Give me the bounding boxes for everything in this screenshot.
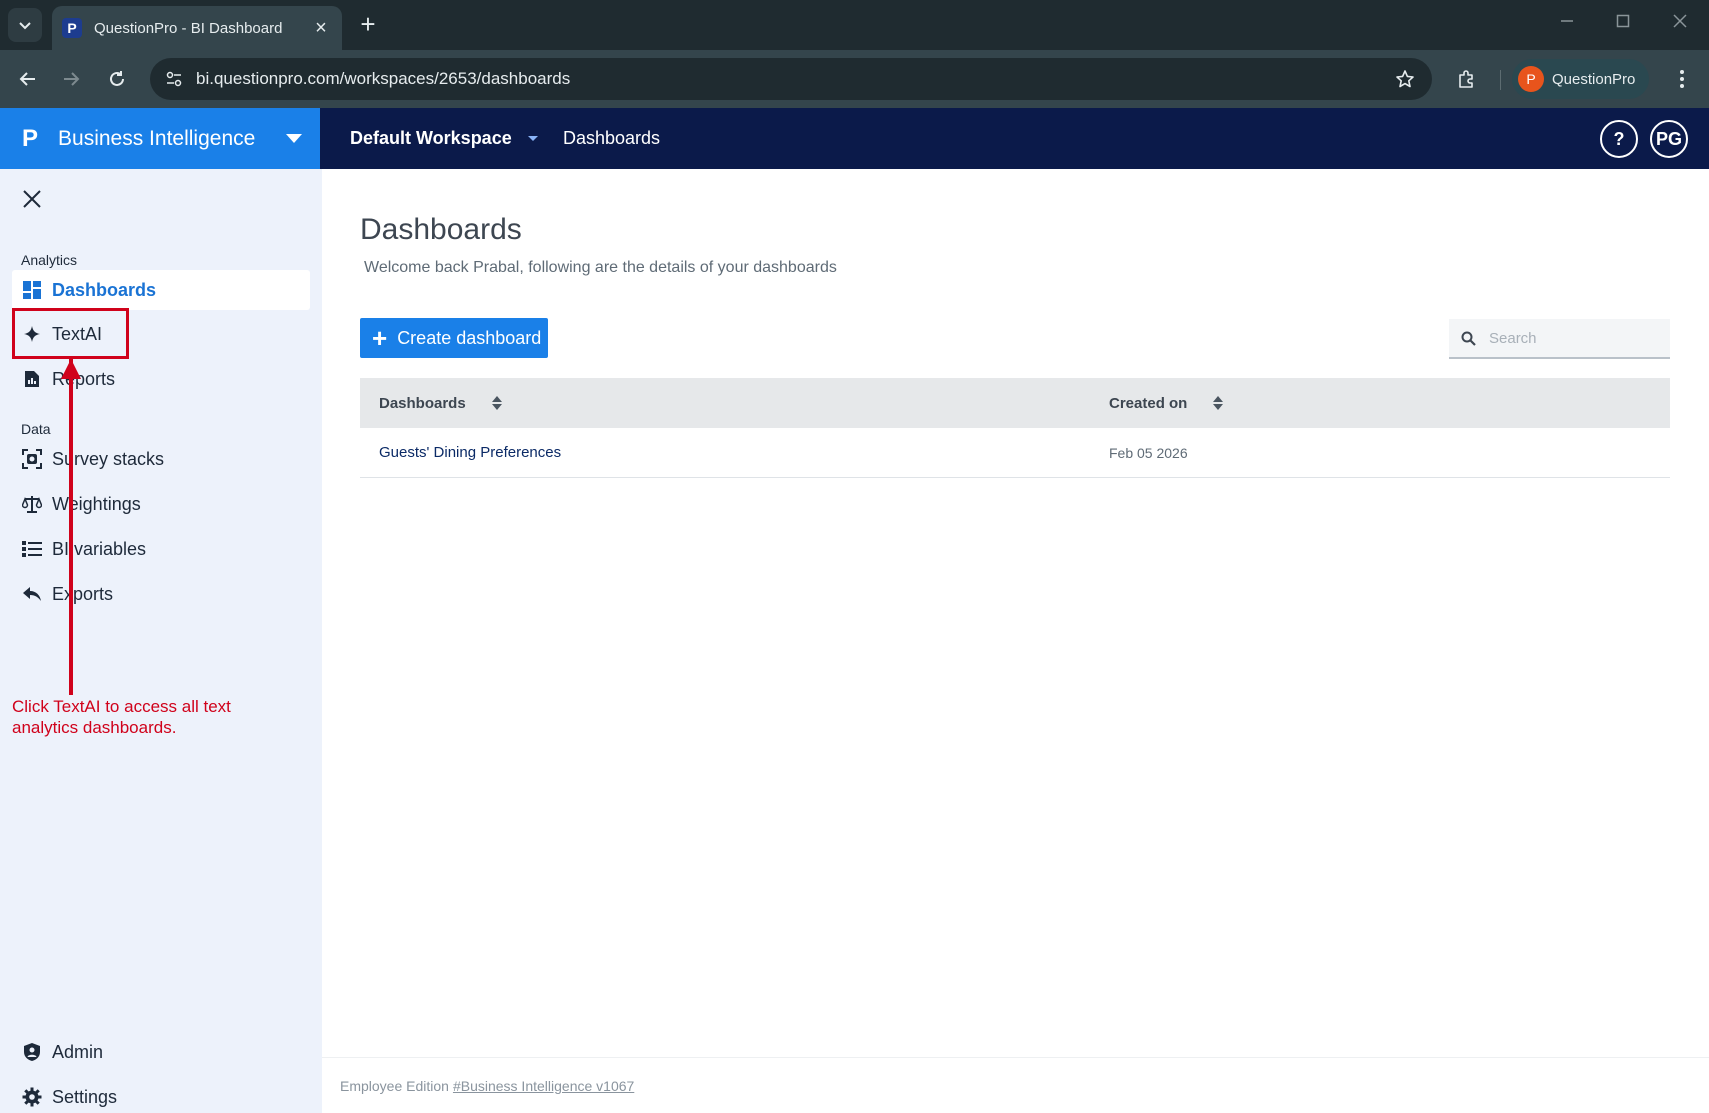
sidebar-item-admin[interactable]: Admin (12, 1032, 310, 1072)
column-header-dashboards[interactable]: Dashboards (360, 395, 1109, 412)
app-header: P Business Intelligence Default Workspac… (0, 108, 1709, 169)
footer-version-link[interactable]: #Business Intelligence v1067 (453, 1078, 634, 1094)
address-bar[interactable]: bi.questionpro.com/workspaces/2653/dashb… (150, 58, 1432, 100)
sort-icon[interactable] (1213, 396, 1224, 410)
toolbar-divider (1500, 70, 1501, 90)
admin-user-icon (21, 1041, 43, 1063)
profile-avatar: P (1518, 66, 1544, 92)
questionpro-favicon-icon: P (62, 18, 82, 38)
page-subtitle: Welcome back Prabal, following are the d… (364, 259, 837, 276)
sidebar-item-bi-variables[interactable]: BI variables (12, 529, 310, 569)
table-row[interactable]: Guests' Dining Preferences Feb 05 2026 (360, 428, 1670, 478)
report-document-icon (21, 368, 43, 390)
dashboards-table: Dashboards Created on Guests' Dining Pre… (360, 378, 1670, 478)
sort-icon[interactable] (491, 396, 502, 410)
site-settings-icon[interactable] (162, 67, 186, 91)
profile-name: QuestionPro (1552, 70, 1636, 88)
browser-menu-kebab-icon[interactable] (1670, 64, 1694, 94)
sidebar-item-reports[interactable]: Reports (12, 359, 310, 399)
dashboard-name-link[interactable]: Guests' Dining Preferences (360, 444, 1109, 461)
list-icon (21, 538, 43, 560)
balance-scale-icon (21, 493, 43, 515)
user-avatar-button[interactable]: PG (1650, 120, 1688, 158)
sidebar-item-survey-stacks[interactable]: Survey stacks (12, 439, 310, 479)
sidebar-item-label: Admin (52, 1041, 104, 1062)
plus-icon: + (372, 323, 388, 353)
gear-icon (21, 1086, 43, 1108)
tab-title: QuestionPro - BI Dashboard (94, 19, 283, 37)
annotation-highlight-box (12, 308, 129, 359)
product-name: Business Intelligence (58, 126, 256, 150)
sidebar-item-label: Settings (52, 1086, 118, 1107)
workspace-selector[interactable]: Default Workspace (350, 108, 538, 169)
extensions-puzzle-icon[interactable] (1452, 64, 1482, 94)
footer: Employee Edition #Business Intelligence … (322, 1057, 1709, 1113)
reload-icon[interactable] (102, 64, 132, 94)
create-dashboard-label: Create dashboard (397, 327, 542, 348)
section-label-analytics: Analytics (21, 252, 78, 268)
search-input[interactable] (1489, 329, 1659, 347)
annotation-arrow-line (69, 359, 73, 695)
sidebar: Analytics Dashboards TextAI Reports Data… (0, 169, 322, 1113)
footer-edition: Employee Edition (340, 1077, 449, 1094)
sidebar-item-label: BI variables (52, 538, 147, 559)
header-dashboards-link[interactable]: Dashboards (563, 108, 660, 169)
survey-stacks-icon (21, 448, 43, 470)
sidebar-item-settings[interactable]: Settings (12, 1077, 310, 1113)
browser-toolbar: bi.questionpro.com/workspaces/2653/dashb… (0, 50, 1709, 108)
product-switcher[interactable]: P Business Intelligence (0, 108, 320, 169)
sidebar-item-label: Dashboards (52, 279, 157, 300)
sidebar-item-label: Exports (52, 583, 114, 604)
annotation-text: Click TextAI to access all text analytic… (12, 697, 231, 737)
table-header: Dashboards Created on (360, 378, 1670, 428)
window-close-icon[interactable] (1665, 12, 1695, 33)
bookmark-star-icon[interactable] (1390, 69, 1420, 89)
sidebar-item-exports[interactable]: Exports (12, 574, 310, 614)
browser-tab-bar: P QuestionPro - BI Dashboard × + (0, 0, 1709, 50)
new-tab-button[interactable]: + (353, 10, 383, 40)
tab-close-icon[interactable]: × (310, 18, 332, 38)
search-icon (1461, 330, 1477, 346)
sidebar-item-dashboards[interactable]: Dashboards (12, 270, 310, 310)
dashboard-grid-icon (21, 279, 43, 301)
annotation-arrow-head (61, 359, 81, 379)
help-button[interactable]: ? (1600, 120, 1638, 158)
column-header-label: Dashboards (379, 394, 466, 412)
sidebar-item-weightings[interactable]: Weightings (12, 484, 310, 524)
main-content: Dashboards Welcome back Prabal, followin… (322, 169, 1709, 1113)
column-header-label: Created on (1109, 394, 1188, 412)
browser-profile-button[interactable]: P QuestionPro (1512, 59, 1650, 99)
questionpro-logo-icon: P (22, 124, 39, 152)
tab-search-dropdown-icon[interactable] (8, 8, 42, 42)
url-text[interactable]: bi.questionpro.com/workspaces/2653/dashb… (196, 69, 1390, 89)
section-label-data: Data (21, 421, 51, 437)
reply-arrow-icon (21, 583, 43, 605)
create-dashboard-button[interactable]: + Create dashboard (360, 318, 548, 358)
caret-down-icon (286, 134, 302, 143)
page-title: Dashboards (360, 213, 522, 246)
browser-tab[interactable]: P QuestionPro - BI Dashboard × (52, 6, 342, 50)
column-header-created-on[interactable]: Created on (1109, 394, 1224, 412)
workspace-caret-icon (527, 136, 538, 141)
search-box[interactable] (1449, 319, 1670, 359)
forward-arrow-icon[interactable] (56, 64, 86, 94)
sidebar-item-label: Weightings (52, 493, 141, 514)
close-sidebar-icon[interactable] (18, 185, 46, 213)
back-arrow-icon[interactable] (13, 64, 43, 94)
maximize-icon[interactable] (1608, 12, 1638, 33)
dashboard-created-date: Feb 05 2026 (1109, 444, 1188, 461)
workspace-name: Default Workspace (350, 128, 512, 148)
minimize-icon[interactable] (1552, 12, 1582, 33)
